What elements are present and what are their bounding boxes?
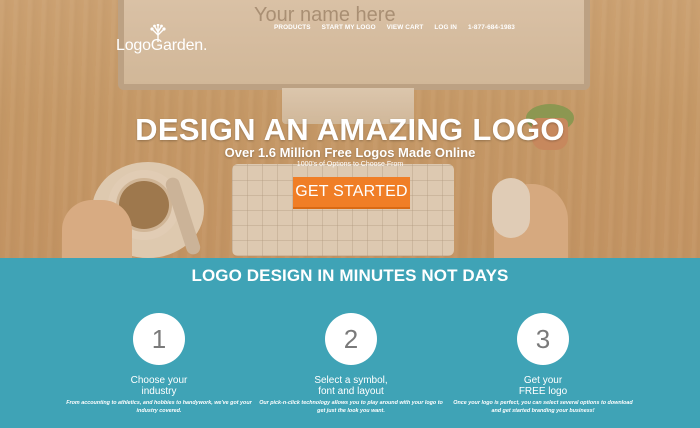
step-2-title-line1: Select a symbol, [314, 375, 388, 386]
step-2-title-line2: font and layout [318, 386, 384, 397]
logo-link[interactable]: LogoGarden. [116, 18, 216, 58]
step-1-number: 1 [133, 313, 185, 365]
nav-start-my-logo-link[interactable]: START MY LOGO [322, 24, 376, 31]
hero-subtitle: Over 1.6 Million Free Logos Made Online [224, 145, 476, 160]
step-1-description: From accounting to athletics, and hobbie… [66, 400, 252, 414]
step-2-description: Our pick-n-click technology allows you t… [259, 400, 443, 414]
steps-heading: LOGO DESIGN IN MINUTES NOT DAYS [191, 266, 509, 285]
nav-view-cart-link[interactable]: VIEW CART [387, 24, 424, 31]
get-started-button[interactable]: GET STARTED [293, 177, 410, 209]
step-1-title: Choose your industry [64, 375, 254, 397]
step-3-title-line2: FREE logo [518, 386, 568, 397]
hero-title: DESIGN AN AMAZING LOGO [135, 112, 565, 147]
step-3-title: Get your FREE logo [448, 375, 638, 397]
nav-phone-link[interactable]: 1-877-684-1983 [468, 24, 515, 31]
hero-note: 1000's of Options to Choose From [296, 161, 404, 168]
nav-log-in-link[interactable]: LOG IN [434, 24, 457, 31]
step-1: 1 Choose your industry From accounting t… [64, 313, 254, 415]
step-2-title: Select a symbol, font and layout [256, 375, 446, 397]
step-3-number: 3 [517, 313, 569, 365]
step-3-title-line1: Get your [523, 375, 563, 386]
step-2-number: 2 [325, 313, 377, 365]
top-nav: PRODUCTS START MY LOGO VIEW CART LOG IN … [274, 24, 515, 31]
step-1-title-line2: industry [141, 386, 177, 397]
step-2: 2 Select a symbol, font and layout Our p… [256, 313, 446, 415]
step-3: 3 Get your FREE logo Once your logo is p… [448, 313, 638, 415]
steps-section: LOGO DESIGN IN MINUTES NOT DAYS 1 Choose… [0, 258, 700, 428]
logo-text: LogoGarden. [116, 37, 208, 54]
step-3-description: Once your logo is perfect, you can selec… [453, 400, 633, 414]
nav-products-link[interactable]: PRODUCTS [274, 24, 311, 31]
step-1-title-line1: Choose your [130, 375, 188, 386]
hero-section: Your name here LogoGarden. PRODUCTS STAR… [0, 0, 700, 258]
